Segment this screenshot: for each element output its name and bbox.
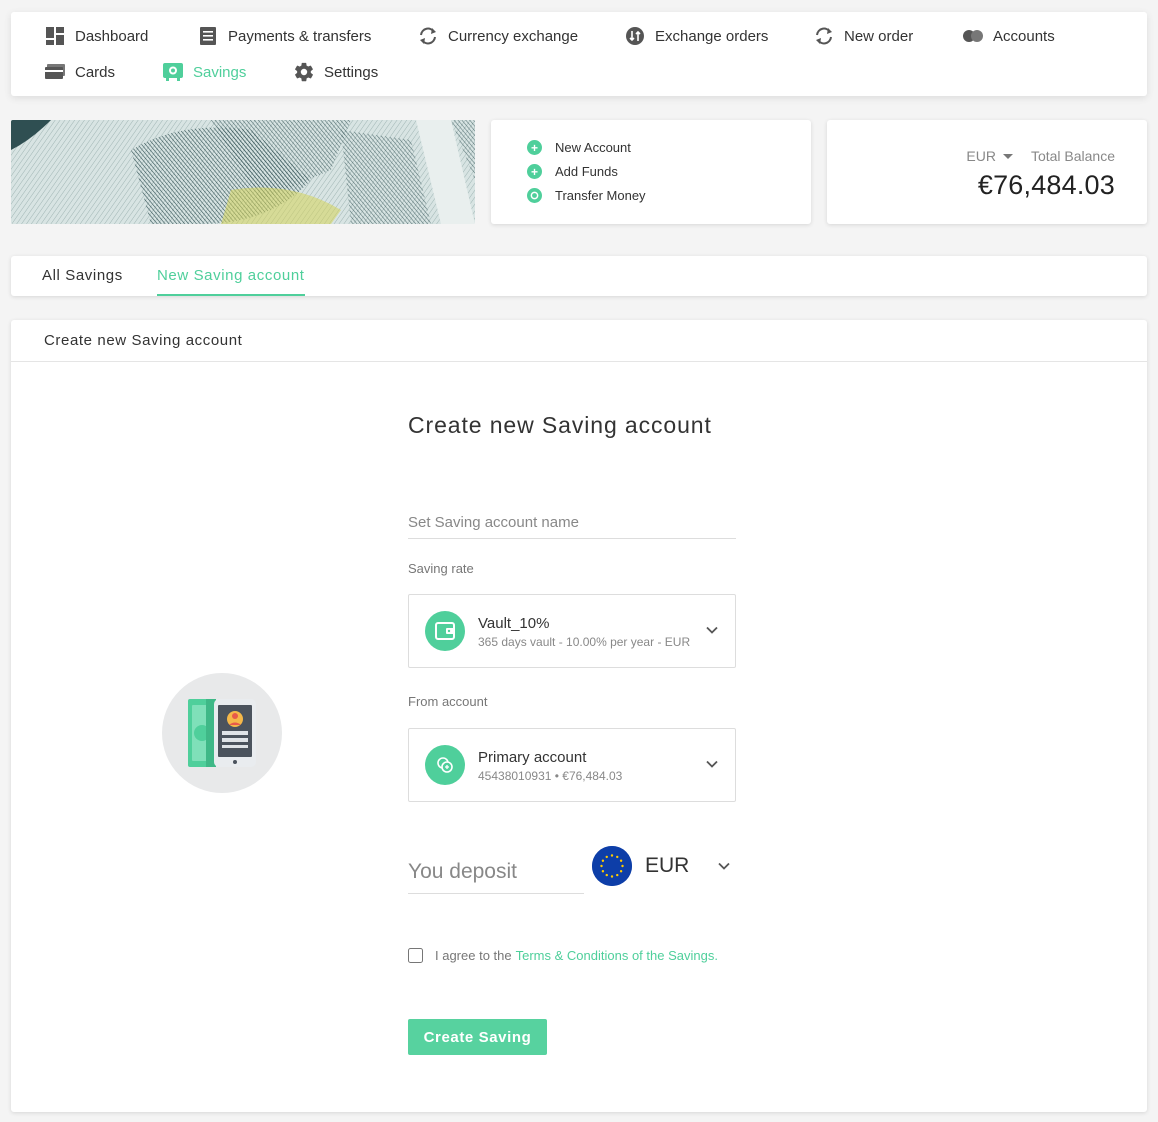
- nav-label-settings: Settings: [324, 63, 379, 81]
- create-saving-panel: Create new Saving account Create new Sav…: [11, 320, 1147, 1112]
- gear-icon: [293, 61, 315, 83]
- savings-tabs: All Savings New Saving account: [11, 256, 1147, 296]
- nav-label-savings: Savings: [193, 63, 247, 81]
- savings-icon: [162, 61, 184, 83]
- panel-header: Create new Saving account: [11, 320, 1147, 362]
- coins-icon: [425, 745, 465, 785]
- tab-all-savings[interactable]: All Savings: [42, 256, 123, 296]
- deposit-amount-input[interactable]: [408, 850, 584, 894]
- saving-rate-name: Vault_10%: [478, 615, 550, 632]
- from-account-select[interactable]: Primary account 45438010931 • €76,484.03: [408, 728, 736, 802]
- balance-currency-dropdown[interactable]: EUR: [966, 148, 1013, 164]
- caret-down-icon: [1002, 153, 1013, 159]
- total-balance-card: EUR Total Balance €76,484.03: [827, 120, 1147, 224]
- nav-label-exchange-orders: Exchange orders: [655, 27, 769, 45]
- tab-new-saving-account[interactable]: New Saving account: [157, 256, 305, 296]
- eu-flag-icon: [592, 846, 632, 886]
- transfer-money-label: Transfer Money: [555, 188, 646, 203]
- banknote-banner-image: [11, 120, 475, 224]
- phone-money-illustration: [162, 673, 282, 793]
- nav-item-new-order[interactable]: New order: [813, 24, 913, 48]
- card-icon: [44, 61, 66, 83]
- nav-label-dashboard: Dashboard: [75, 27, 149, 45]
- terms-checkbox[interactable]: [408, 948, 423, 963]
- nav-item-exchange-orders[interactable]: Exchange orders: [624, 24, 768, 48]
- create-saving-button[interactable]: Create Saving: [408, 1019, 547, 1055]
- saving-rate-select[interactable]: Vault_10% 365 days vault - 10.00% per ye…: [408, 594, 736, 668]
- nav-label-currency-exchange: Currency exchange: [448, 27, 579, 45]
- top-navigation: Dashboard Payments & transfers Currency …: [11, 12, 1147, 96]
- chevron-down-icon: [706, 626, 718, 634]
- balance-currency: EUR: [966, 148, 996, 164]
- deposit-currency-code: EUR: [645, 854, 690, 877]
- add-funds-action[interactable]: + Add Funds: [527, 164, 618, 179]
- from-account-detail: 45438010931 • €76,484.03: [478, 769, 623, 783]
- terms-link[interactable]: Terms & Conditions of the Savings.: [516, 948, 718, 963]
- list-icon: [197, 25, 219, 47]
- nav-item-cards[interactable]: Cards: [44, 60, 115, 84]
- wallet-icon: [425, 611, 465, 651]
- nav-item-savings[interactable]: Savings: [162, 60, 246, 84]
- balance-label: Total Balance: [1030, 148, 1115, 164]
- nav-item-settings[interactable]: Settings: [293, 60, 378, 84]
- new-account-action[interactable]: + New Account: [527, 140, 631, 155]
- exchange-orders-icon: [624, 25, 646, 47]
- nav-item-payments[interactable]: Payments & transfers: [197, 24, 371, 48]
- nav-item-dashboard[interactable]: Dashboard: [44, 24, 148, 48]
- deposit-currency-select[interactable]: EUR: [592, 846, 731, 886]
- toggle-icon: [962, 25, 984, 47]
- balance-header: EUR Total Balance: [966, 148, 1115, 164]
- nav-item-accounts[interactable]: Accounts: [962, 24, 1055, 48]
- saving-rate-label: Saving rate: [408, 561, 474, 576]
- refresh-icon: [813, 25, 835, 47]
- balance-amount: €76,484.03: [977, 170, 1115, 200]
- saving-name-input[interactable]: [408, 506, 736, 539]
- nav-label-payments: Payments & transfers: [228, 27, 372, 45]
- from-account-name: Primary account: [478, 749, 587, 766]
- terms-agreement: I agree to the Terms & Conditions of the…: [408, 948, 718, 963]
- new-account-label: New Account: [555, 140, 631, 155]
- form-title: Create new Saving account: [408, 412, 712, 438]
- dashboard-icon: [44, 25, 66, 47]
- saving-rate-detail: 365 days vault - 10.00% per year - EUR: [478, 635, 691, 649]
- chevron-down-icon: [718, 862, 730, 870]
- chevron-down-icon: [706, 760, 718, 768]
- transfer-icon: [527, 188, 542, 203]
- exchange-icon: [417, 25, 439, 47]
- quick-actions-card: + New Account + Add Funds Transfer Money: [491, 120, 811, 224]
- nav-label-accounts: Accounts: [993, 27, 1055, 45]
- transfer-money-action[interactable]: Transfer Money: [527, 188, 646, 203]
- plus-icon: +: [527, 164, 542, 179]
- from-account-label: From account: [408, 694, 488, 709]
- nav-item-currency-exchange[interactable]: Currency exchange: [417, 24, 578, 48]
- nav-label-cards: Cards: [75, 63, 116, 81]
- add-funds-label: Add Funds: [555, 164, 618, 179]
- plus-icon: +: [527, 140, 542, 155]
- nav-label-new-order: New order: [844, 27, 914, 45]
- terms-text: I agree to the: [435, 948, 512, 963]
